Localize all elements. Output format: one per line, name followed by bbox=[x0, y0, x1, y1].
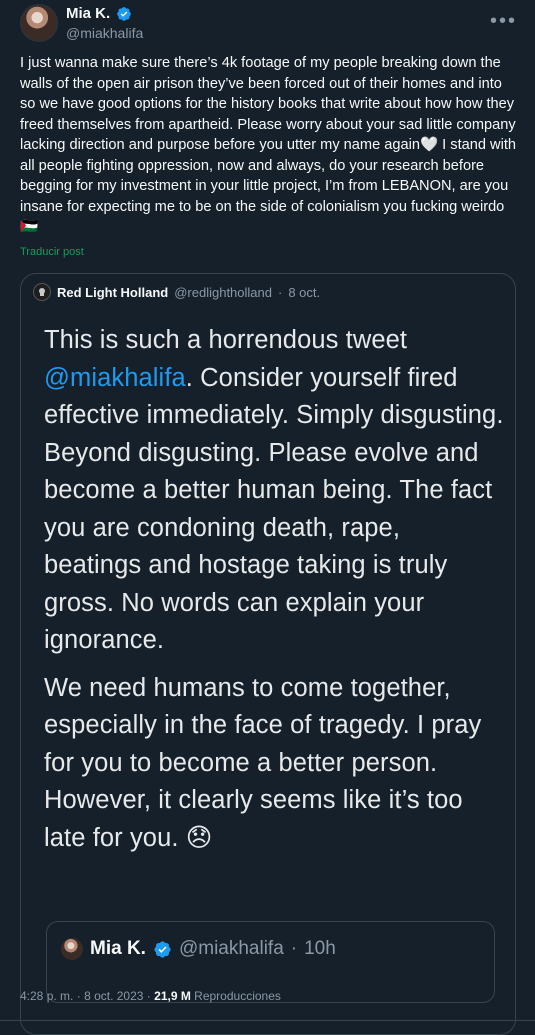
nested-author-name[interactable]: Mia K. bbox=[90, 938, 146, 960]
quoted-date[interactable]: 8 oct. bbox=[288, 285, 320, 300]
quoted-separator: · bbox=[277, 284, 283, 300]
tweet-detail: Mia K. @miakhalifa ••• I just wanna make… bbox=[0, 0, 535, 1035]
author-name-row: Mia K. bbox=[66, 5, 132, 22]
mention-link[interactable]: @miakhalifa bbox=[44, 364, 186, 392]
quoted-tweet-card[interactable]: Red Light Holland @redlightholland · 8 o… bbox=[20, 273, 516, 1035]
quoted-paragraph-2: We need humans to come together, especia… bbox=[44, 670, 504, 858]
palestine-flag-emoji: 🇵🇸 bbox=[20, 219, 39, 235]
more-icon[interactable]: ••• bbox=[490, 10, 517, 33]
post-date[interactable]: 8 oct. 2023 bbox=[84, 989, 143, 1003]
sad-face-emoji: 😞 bbox=[185, 823, 213, 852]
quoted-author-handle[interactable]: @redlightholland bbox=[174, 285, 272, 300]
translate-post-link[interactable]: Traducir post bbox=[20, 246, 84, 258]
quoted-tweet-body: This is such a horrendous tweet @miakhal… bbox=[44, 322, 504, 857]
nested-quoted-header: Mia K. @miakhalifa · 10h bbox=[61, 938, 336, 960]
quoted-text-post: . Consider yourself fired effective imme… bbox=[44, 363, 504, 655]
views-label: Reproducciones bbox=[194, 989, 281, 1003]
nested-separator: · bbox=[290, 938, 298, 959]
author-handle[interactable]: @miakhalifa bbox=[66, 25, 143, 41]
nested-time[interactable]: 10h bbox=[304, 938, 336, 960]
nested-author-avatar[interactable] bbox=[61, 938, 83, 960]
white-heart-emoji: 🤍 bbox=[419, 137, 439, 153]
views-count: 21,9 M bbox=[154, 989, 191, 1003]
nested-verified-badge-icon bbox=[154, 940, 171, 958]
quoted-tweet-header: Red Light Holland @redlightholland · 8 o… bbox=[33, 283, 320, 301]
author-avatar[interactable] bbox=[20, 4, 58, 42]
meta-separator: · bbox=[76, 989, 81, 1003]
verified-badge-icon bbox=[117, 6, 132, 21]
tweet-meta: 4:28 p. m. · 8 oct. 2023 · 21,9 M Reprod… bbox=[20, 989, 281, 1003]
divider bbox=[0, 1020, 535, 1021]
quoted-paragraph-1: This is such a horrendous tweet @miakhal… bbox=[44, 322, 504, 660]
quoted-author-name[interactable]: Red Light Holland bbox=[57, 285, 168, 300]
meta-separator-2: · bbox=[146, 989, 151, 1003]
quoted-author-avatar[interactable] bbox=[33, 283, 51, 301]
tweet-text: I just wanna make sure there’s 4k footag… bbox=[20, 53, 518, 238]
post-time[interactable]: 4:28 p. m. bbox=[20, 989, 73, 1003]
author-name[interactable]: Mia K. bbox=[66, 5, 110, 22]
quoted-avatar-logo-icon bbox=[39, 288, 45, 296]
quoted-text-pre: This is such a horrendous tweet bbox=[44, 326, 408, 354]
nested-author-handle[interactable]: @miakhalifa bbox=[179, 938, 284, 960]
quoted-text-second: We need humans to come together, especia… bbox=[44, 673, 482, 852]
